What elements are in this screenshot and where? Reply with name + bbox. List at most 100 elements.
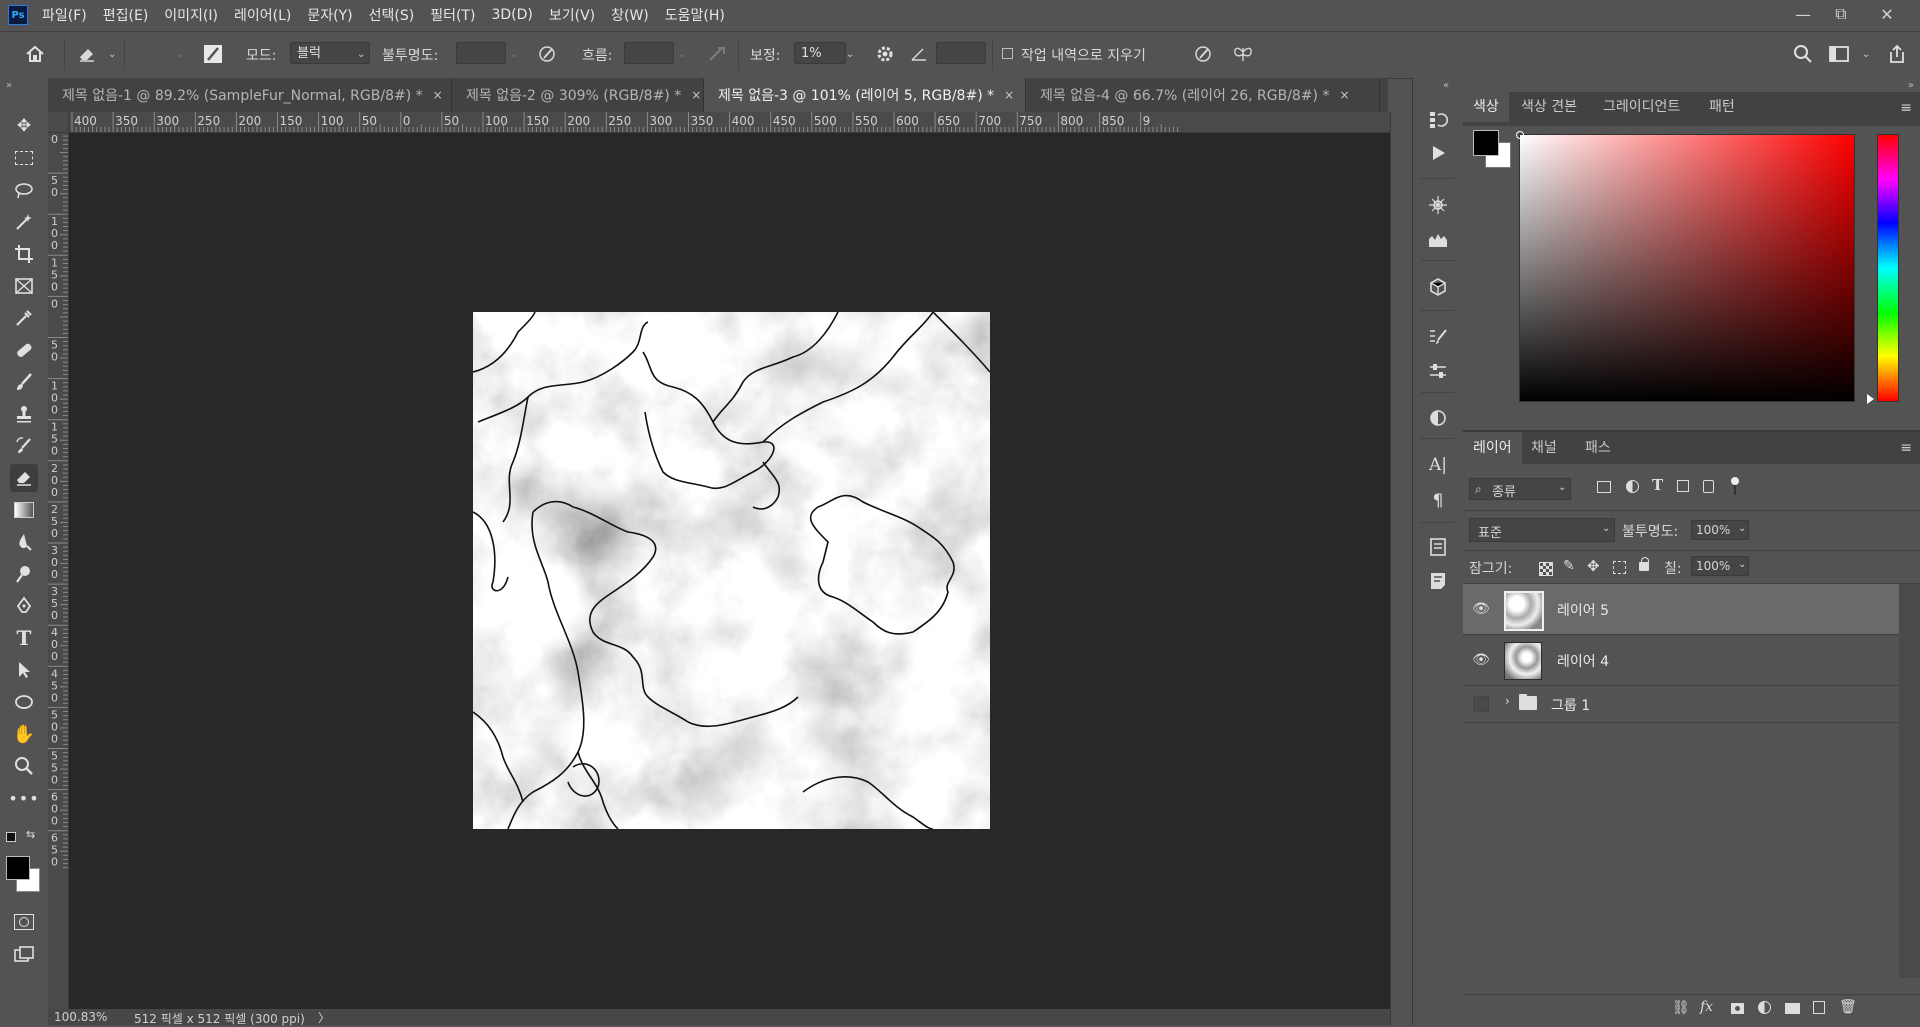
close-icon[interactable]: × xyxy=(1004,88,1014,102)
marble-texture-canvas[interactable] xyxy=(473,312,990,829)
menu-3d[interactable]: 3D(D) xyxy=(491,7,532,23)
lock-artboard-icon[interactable] xyxy=(1613,561,1626,574)
status-menu-arrow-icon[interactable]: 〉 xyxy=(318,1009,330,1026)
chevron-down-icon[interactable]: ⌄ xyxy=(678,49,686,60)
tab-patterns[interactable]: 패턴 xyxy=(1699,92,1745,122)
workspace-icon[interactable] xyxy=(1826,41,1852,67)
home-icon[interactable] xyxy=(22,41,48,67)
eye-icon[interactable]: 👁 xyxy=(1471,599,1491,619)
path-selection-tool-icon[interactable] xyxy=(10,656,38,684)
layers-scrollbar[interactable] xyxy=(1899,584,1920,978)
healing-brush-tool-icon[interactable] xyxy=(10,336,38,364)
layer-opacity-field[interactable]: 100% ⌄ xyxy=(1691,520,1749,540)
zoom-level[interactable]: 100.83% xyxy=(54,1010,107,1024)
new-group-folder-icon[interactable] xyxy=(1785,1003,1800,1014)
menu-filter[interactable]: 필터(T) xyxy=(430,5,475,25)
close-button[interactable]: ✕ xyxy=(1864,0,1910,28)
tab-gradients[interactable]: 그레이디언트 xyxy=(1593,92,1690,122)
workspace-chevron-icon[interactable]: ⌄ xyxy=(1862,49,1870,60)
pressure-opacity-icon[interactable] xyxy=(534,41,560,67)
lock-position-icon[interactable]: ✥ xyxy=(1587,557,1600,575)
tab-document-2[interactable]: 제목 없음-2 @ 309% (RGB/8#) * × xyxy=(452,78,704,112)
menu-image[interactable]: 이미지(I) xyxy=(164,5,218,25)
restore-button[interactable]: ⧉ xyxy=(1818,0,1864,28)
close-icon[interactable]: × xyxy=(1339,88,1349,102)
fill-field[interactable]: 100% ⌄ xyxy=(1691,556,1749,576)
filter-shape-icon[interactable] xyxy=(1677,480,1689,492)
screen-mode-icon[interactable] xyxy=(10,940,38,968)
menu-layer[interactable]: 레이어(L) xyxy=(234,5,291,25)
eraser-tool-icon[interactable] xyxy=(10,464,38,492)
eyedropper-tool-icon[interactable] xyxy=(10,304,38,332)
histogram-icon[interactable] xyxy=(1425,226,1451,252)
menu-edit[interactable]: 편집(E) xyxy=(103,5,149,25)
tab-document-3[interactable]: 제목 없음-3 @ 101% (레이어 5, RGB/8#) * × xyxy=(704,78,1026,112)
eye-icon[interactable]: 👁 xyxy=(1471,650,1491,670)
opacity-field[interactable] xyxy=(456,42,506,64)
adjustment-layer-icon[interactable] xyxy=(1758,1001,1771,1014)
lock-transparent-icon[interactable] xyxy=(1539,562,1553,576)
hue-slider[interactable] xyxy=(1877,134,1899,402)
brush-tool-icon[interactable] xyxy=(10,368,38,396)
angle-field[interactable] xyxy=(936,42,986,64)
3d-panel-icon[interactable] xyxy=(1425,274,1451,300)
quick-mask-icon[interactable] xyxy=(10,908,38,936)
color-panel-menu-icon[interactable]: ≡ xyxy=(1900,100,1912,116)
hue-slider-handle[interactable] xyxy=(1867,394,1874,404)
chevron-down-icon[interactable]: ⌄ xyxy=(108,49,116,60)
layer-thumbnail[interactable] xyxy=(1504,591,1544,631)
group-name[interactable]: 그룹 1 xyxy=(1551,695,1590,715)
new-layer-icon[interactable] xyxy=(1813,1001,1825,1014)
butterfly-icon[interactable] xyxy=(1230,41,1256,67)
eraser-tool-preset-icon[interactable] xyxy=(74,41,100,67)
libraries-icon[interactable] xyxy=(1425,534,1451,560)
brush-settings-icon[interactable] xyxy=(1425,192,1451,218)
layer-filter-select[interactable]: ⌕ 종류 ⌄ xyxy=(1469,478,1571,500)
layer-row-group-1[interactable]: › 그룹 1 xyxy=(1463,686,1899,723)
tab-color[interactable]: 색상 xyxy=(1463,92,1509,122)
add-mask-icon[interactable] xyxy=(1731,1003,1744,1014)
menu-window[interactable]: 창(W) xyxy=(611,5,649,25)
layers-panel-menu-icon[interactable]: ≡ xyxy=(1900,440,1912,456)
tab-swatches[interactable]: 색상 견본 xyxy=(1511,92,1587,122)
layer-name[interactable]: 레이어 5 xyxy=(1557,600,1609,620)
marquee-tool-icon[interactable] xyxy=(10,144,38,172)
history-panel-icon[interactable] xyxy=(1425,106,1451,132)
layer-thumbnail[interactable] xyxy=(1504,642,1542,680)
filter-adjustment-icon[interactable] xyxy=(1626,480,1639,493)
brush-preset-chevron-icon[interactable]: ⌄ xyxy=(176,49,184,60)
default-colors-icon[interactable] xyxy=(6,832,16,842)
close-icon[interactable]: × xyxy=(433,88,443,102)
move-tool-icon[interactable]: ✥ xyxy=(10,112,38,140)
lasso-tool-icon[interactable] xyxy=(10,176,38,204)
collapse-dock-icon[interactable]: « xyxy=(1443,80,1449,91)
pen-tool-icon[interactable] xyxy=(10,592,38,620)
history-brush-tool-icon[interactable] xyxy=(10,432,38,460)
paragraph-panel-icon[interactable]: ¶ xyxy=(1425,488,1451,514)
smoothing-field[interactable]: 1% xyxy=(794,42,846,64)
lock-pixels-brush-icon[interactable]: ✎ xyxy=(1563,558,1575,574)
gear-icon[interactable] xyxy=(872,41,898,67)
delete-layer-icon[interactable]: 🗑 xyxy=(1839,999,1857,1015)
actions-play-icon[interactable] xyxy=(1425,140,1451,166)
frame-tool-icon[interactable] xyxy=(10,272,38,300)
flow-field[interactable] xyxy=(624,42,674,64)
properties-icon[interactable] xyxy=(1425,404,1451,430)
crop-tool-icon[interactable] xyxy=(10,240,38,268)
chevron-down-icon[interactable]: ⌄ xyxy=(846,49,854,60)
share-icon[interactable] xyxy=(1884,41,1910,67)
filter-type-icon[interactable]: T xyxy=(1652,476,1663,494)
dodge-tool-icon[interactable] xyxy=(10,560,38,588)
menu-select[interactable]: 선택(S) xyxy=(369,5,415,25)
menu-file[interactable]: 파일(F) xyxy=(42,5,87,25)
hand-tool-icon[interactable]: ✋ xyxy=(10,720,38,748)
expand-group-chevron-icon[interactable]: › xyxy=(1505,694,1510,708)
visibility-toggle-empty[interactable] xyxy=(1473,696,1489,712)
pressure-size-icon[interactable] xyxy=(1190,41,1216,67)
blend-mode-select[interactable]: 표준 ⌄ xyxy=(1469,518,1615,542)
layer-name[interactable]: 레이어 4 xyxy=(1557,651,1609,671)
filter-pixel-icon[interactable] xyxy=(1597,481,1611,493)
fx-icon[interactable]: fx xyxy=(1700,999,1713,1015)
swap-colors-icon[interactable]: ⇆ xyxy=(26,828,35,841)
saturation-brightness-field[interactable] xyxy=(1519,134,1855,402)
